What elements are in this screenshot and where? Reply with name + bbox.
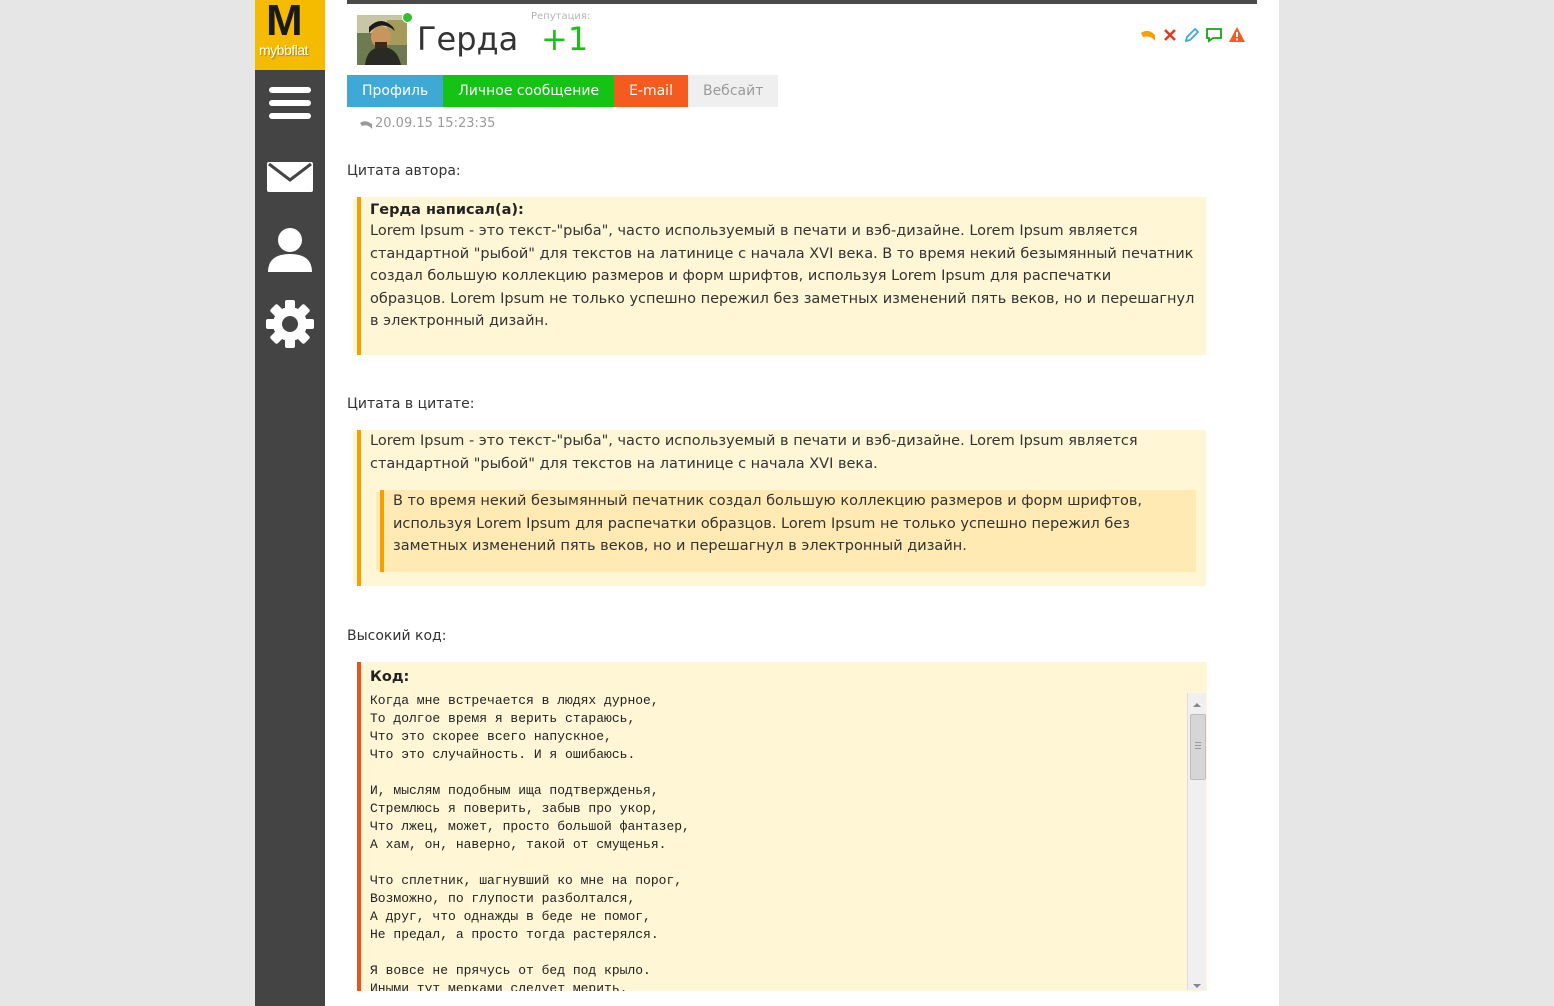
quote-line: в электронный дизайн. bbox=[370, 313, 549, 330]
code-title: Код: bbox=[370, 669, 410, 685]
inner-quote-text: В то время некий безымянный печатник соз… bbox=[393, 490, 1193, 558]
tab-private-message[interactable]: Личное сообщение bbox=[443, 75, 615, 107]
section-label-nested-quote: Цитата в цитате: bbox=[347, 396, 475, 412]
report-icon[interactable] bbox=[1228, 26, 1246, 44]
code-scrollbar[interactable] bbox=[1187, 693, 1206, 990]
profile-tabs: Профиль Личное сообщение E-mail Вебсайт bbox=[347, 75, 779, 107]
quote-line: образцов. Lorem Ipsum не только успешно … bbox=[370, 290, 1195, 307]
section-label-code: Высокий код: bbox=[347, 628, 447, 644]
quote-line: Lorem Ipsum - это текст-"рыба", часто ис… bbox=[370, 223, 1138, 239]
reply-arrow-icon bbox=[360, 121, 372, 129]
logo-letter: M bbox=[266, 0, 303, 45]
code-block: Код: Когда мне встречается в людях дурно… bbox=[357, 662, 1207, 991]
outer-quote: Lorem Ipsum - это текст-"рыба", часто ис… bbox=[357, 430, 1206, 586]
quote-line: стандартной "рыбой" для текстов на латин… bbox=[370, 455, 878, 472]
post-container: Герда Репутация: +1 Профиль Личное сообщ… bbox=[325, 0, 1279, 1006]
inner-quote: В то время некий безымянный печатник соз… bbox=[380, 490, 1196, 572]
tab-profile[interactable]: Профиль bbox=[347, 75, 444, 107]
delete-icon[interactable] bbox=[1161, 26, 1179, 44]
quote-line: стандартной "рыбой" для текстов на латин… bbox=[370, 245, 1194, 262]
avatar[interactable] bbox=[357, 15, 407, 65]
quote-icon[interactable] bbox=[1205, 26, 1223, 44]
post-date: 20.09.15 15:23:35 bbox=[359, 116, 495, 131]
gear-icon[interactable] bbox=[255, 295, 325, 355]
online-status-indicator bbox=[402, 12, 413, 23]
sidebar: M mybbflat bbox=[255, 0, 325, 1006]
post-top-border bbox=[347, 0, 1257, 4]
post-date-text: 20.09.15 15:23:35 bbox=[375, 116, 496, 131]
outer-quote-text: Lorem Ipsum - это текст-"рыба", часто ис… bbox=[370, 430, 1200, 475]
quote-author: Герда написал(а): bbox=[370, 202, 524, 218]
quote-line: заметных изменений пять веков, но и пере… bbox=[393, 538, 967, 555]
tab-website[interactable]: Вебсайт bbox=[687, 75, 779, 107]
site-logo[interactable]: M mybbflat bbox=[255, 0, 325, 70]
user-icon[interactable] bbox=[255, 220, 325, 280]
code-accent-bar bbox=[357, 662, 361, 991]
mail-icon[interactable] bbox=[255, 148, 325, 208]
scroll-down-arrow[interactable] bbox=[1191, 976, 1203, 988]
code-content[interactable]: Когда мне встречается в людях дурное, То… bbox=[370, 692, 1170, 991]
quote-line: В то время некий безымянный печатник соз… bbox=[393, 493, 1143, 509]
tab-email[interactable]: E-mail bbox=[614, 75, 688, 107]
reputation-value[interactable]: +1 bbox=[541, 20, 588, 58]
edit-icon[interactable] bbox=[1183, 26, 1201, 44]
reply-icon[interactable] bbox=[1139, 26, 1157, 44]
quote-line: Lorem Ipsum - это текст-"рыба", часто ис… bbox=[370, 433, 1138, 449]
post-username[interactable]: Герда bbox=[417, 20, 518, 58]
author-quote: Герда написал(а): Lorem Ipsum - это текс… bbox=[357, 197, 1206, 355]
menu-icon[interactable] bbox=[255, 75, 325, 135]
section-label-author-quote: Цитата автора: bbox=[347, 163, 461, 179]
scroll-up-arrow[interactable] bbox=[1191, 695, 1203, 707]
quote-text: Lorem Ipsum - это текст-"рыба", часто ис… bbox=[370, 220, 1205, 333]
quote-line: создал большую коллекцию размеров и форм… bbox=[370, 268, 1112, 285]
quote-line: используя Lorem Ipsum для распечатки обр… bbox=[393, 515, 1131, 532]
scroll-thumb[interactable] bbox=[1190, 714, 1206, 780]
logo-text: mybbflat bbox=[259, 42, 308, 58]
